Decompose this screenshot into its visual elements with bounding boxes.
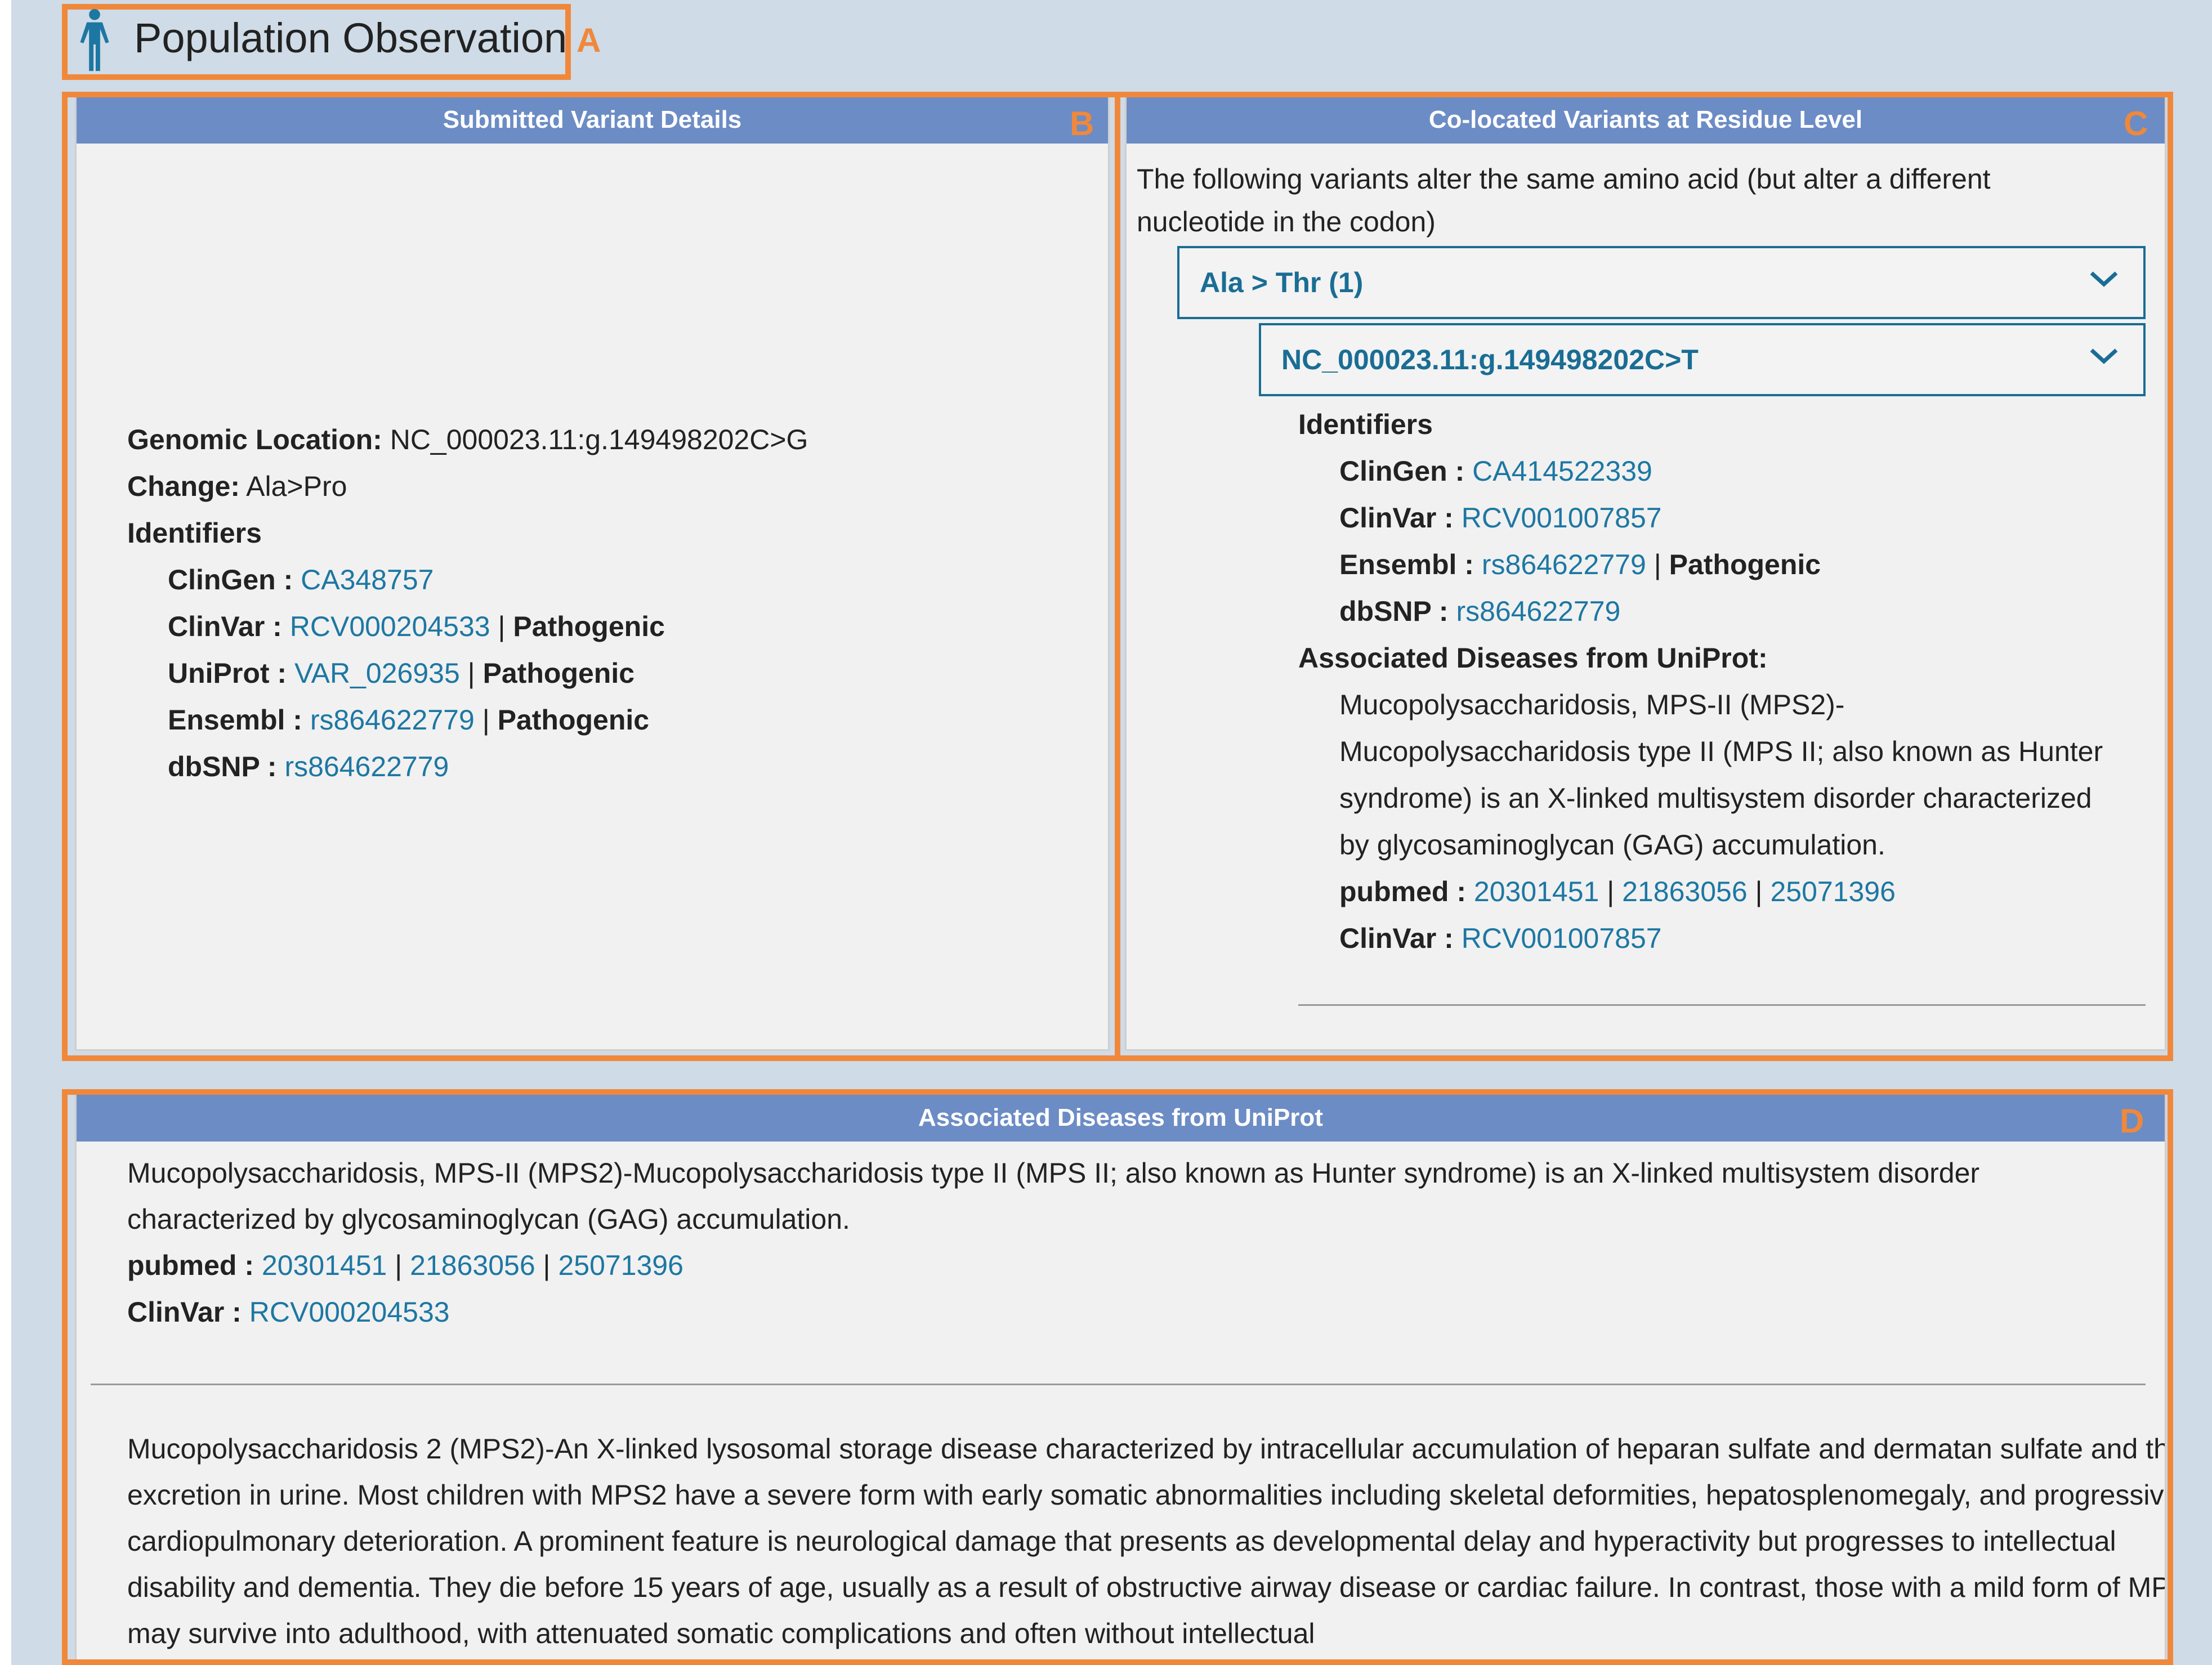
page-title: Population Observation <box>134 15 567 61</box>
annotation-label-d: D <box>2120 1102 2144 1140</box>
annotation-box-b <box>62 92 1120 1061</box>
annotation-box-d <box>62 1089 2173 1665</box>
person-icon <box>80 8 109 71</box>
annotation-label-a: A <box>577 21 601 59</box>
annotation-label-c: C <box>2124 105 2148 142</box>
annotation-label-b: B <box>1070 105 1094 142</box>
page-background: Population Observation A Submitted Varia… <box>11 0 2212 1665</box>
annotation-box-c <box>1115 92 2173 1061</box>
